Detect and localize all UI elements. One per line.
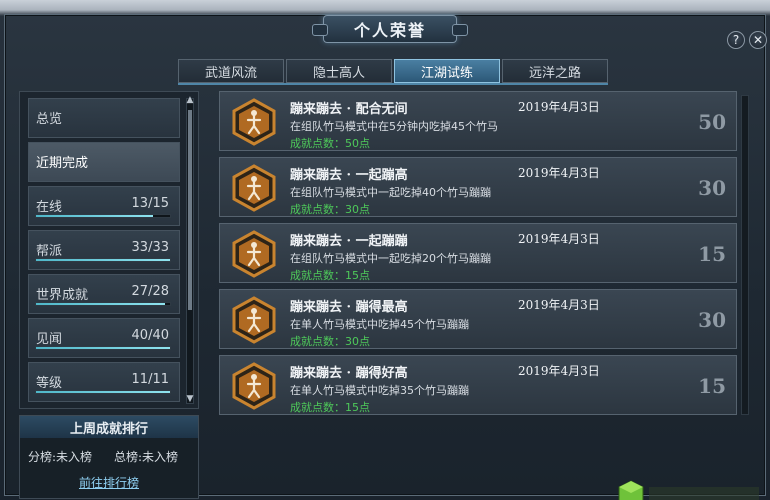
sidebar-item-count: 13/15 (131, 196, 169, 211)
sidebar-item-label: 见闻 (36, 332, 63, 347)
tab-wudao[interactable]: 武道风流 (178, 59, 284, 83)
sidebar-item-world[interactable]: 世界成就 27/28 (28, 274, 180, 314)
ranking-panel: 上周成就排行 分榜:未入榜 总榜:未入榜 前往排行榜 (19, 415, 199, 499)
sidebar-item-count: 33/33 (131, 240, 169, 255)
progress-fill (36, 259, 170, 261)
achievement-score: 30 (698, 176, 726, 200)
achievement-desc: 在单人竹马模式中吃掉35个竹马蹦蹦 (290, 384, 469, 397)
figure-badge-icon (232, 164, 276, 212)
sidebar-item-label: 等级 (36, 376, 63, 391)
arrow-down-icon[interactable]: ▼ (184, 394, 196, 404)
progress-bar (35, 214, 171, 218)
achievement-card[interactable]: 蹦来蹦去 · 蹦得好高 2019年4月3日 在单人竹马模式中吃掉35个竹马蹦蹦 … (219, 355, 737, 415)
sidebar-item-label: 在线 (36, 200, 63, 215)
arrow-up-icon[interactable]: ▲ (184, 95, 196, 105)
sidebar-item-count: 27/28 (131, 284, 169, 299)
achievement-desc: 在组队竹马模式中一起吃掉40个竹马蹦蹦 (290, 186, 491, 199)
achievement-points: 成就点数：30点 (290, 335, 370, 348)
honor-window: 个人荣誉 ? ✕ 武道风流 隐士高人 江湖试练 远洋之路 总览 近期完成 在线 … (4, 14, 767, 500)
achievement-list: 蹦来蹦去 · 配合无间 2019年4月3日 在组队竹马模式中在5分钟内吃掉45个… (211, 91, 759, 425)
figure-badge-icon (232, 98, 276, 146)
achievement-card[interactable]: 蹦来蹦去 · 蹦得最高 2019年4月3日 在单人竹马模式中吃掉45个竹马蹦蹦 … (219, 289, 737, 349)
achievement-name: 蹦来蹦去 · 配合无间 (290, 102, 408, 117)
sidebar-item-level[interactable]: 等级 11/11 (28, 362, 180, 402)
achievement-date: 2019年4月3日 (518, 166, 600, 180)
achievement-score: 15 (698, 374, 726, 398)
sidebar-item-label: 总览 (36, 112, 63, 127)
sidebar-item-label: 世界成就 (36, 288, 89, 303)
achievement-name: 蹦来蹦去 · 一起蹦蹦 (290, 234, 408, 249)
tab-yinshi[interactable]: 隐士高人 (286, 59, 392, 83)
achievement-card[interactable]: 蹦来蹦去 · 一起蹦高 2019年4月3日 在组队竹马模式中一起吃掉40个竹马蹦… (219, 157, 737, 217)
achievement-date: 2019年4月3日 (518, 298, 600, 312)
cube-logo-icon (618, 480, 759, 500)
close-icon[interactable]: ✕ (749, 31, 767, 49)
achievement-card[interactable]: 蹦来蹦去 · 一起蹦蹦 2019年4月3日 在组队竹马模式中一起吃掉20个竹马蹦… (219, 223, 737, 283)
window-title: 个人荣誉 (312, 15, 468, 43)
progress-fill (36, 215, 153, 217)
sidebar-item-overview[interactable]: 总览 (28, 98, 180, 138)
question-icon[interactable]: ? (727, 31, 745, 49)
branch-rank: 分榜:未入榜 (28, 450, 93, 464)
achievement-desc: 在单人竹马模式中吃掉45个竹马蹦蹦 (290, 318, 469, 331)
ranking-link[interactable]: 前往排行榜 (20, 474, 198, 491)
tab-bar: 武道风流 隐士高人 江湖试练 远洋之路 (178, 59, 608, 83)
achievement-card[interactable]: 蹦来蹦去 · 配合无间 2019年4月3日 在组队竹马模式中在5分钟内吃掉45个… (219, 91, 737, 151)
achievement-date: 2019年4月3日 (518, 364, 600, 378)
achievement-name: 蹦来蹦去 · 一起蹦高 (290, 168, 408, 183)
achievement-date: 2019年4月3日 (518, 232, 600, 246)
progress-fill (36, 303, 165, 305)
sidebar-item-count: 40/40 (131, 328, 169, 343)
sidebar-item-online[interactable]: 在线 13/15 (28, 186, 180, 226)
category-sidebar: 总览 近期完成 在线 13/15 帮派 33/33 世界成就 27/28 见闻 … (19, 91, 199, 409)
figure-badge-icon (232, 230, 276, 278)
progress-bar (35, 258, 171, 262)
achievement-score: 15 (698, 242, 726, 266)
achievement-points: 成就点数：30点 (290, 203, 370, 216)
achievement-points: 成就点数：50点 (290, 137, 370, 150)
sidebar-item-count: 11/11 (131, 372, 169, 387)
achievement-name: 蹦来蹦去 · 蹦得最高 (290, 300, 408, 315)
sidebar-item-guild[interactable]: 帮派 33/33 (28, 230, 180, 270)
sidebar-item-label: 帮派 (36, 244, 63, 259)
achievement-date: 2019年4月3日 (518, 100, 600, 114)
figure-badge-icon (232, 296, 276, 344)
ranking-title: 上周成就排行 (20, 416, 198, 438)
figure-badge-icon (232, 362, 276, 410)
tab-underline (178, 83, 608, 85)
achievement-desc: 在组队竹马模式中在5分钟内吃掉45个竹马 (290, 120, 498, 133)
progress-fill (36, 391, 170, 393)
sidebar-item-recent[interactable]: 近期完成 (28, 142, 180, 182)
total-rank: 总榜:未入榜 (114, 450, 179, 464)
progress-fill (36, 347, 170, 349)
achievement-score: 50 (698, 110, 726, 134)
achievement-desc: 在组队竹马模式中一起吃掉20个竹马蹦蹦 (290, 252, 491, 265)
progress-bar (35, 302, 171, 306)
list-scrollbar[interactable] (741, 95, 749, 415)
tab-jianghu[interactable]: 江湖试练 (394, 59, 500, 83)
progress-bar (35, 390, 171, 394)
sidebar-scroll-thumb[interactable] (188, 110, 192, 310)
sidebar-item-knowledge[interactable]: 见闻 40/40 (28, 318, 180, 358)
tab-yuanyang[interactable]: 远洋之路 (502, 59, 608, 83)
achievement-score: 30 (698, 308, 726, 332)
achievement-points: 成就点数：15点 (290, 269, 370, 282)
achievement-points: 成就点数：15点 (290, 401, 370, 414)
achievement-name: 蹦来蹦去 · 蹦得好高 (290, 366, 408, 381)
sidebar-item-label: 近期完成 (36, 156, 89, 171)
progress-bar (35, 346, 171, 350)
